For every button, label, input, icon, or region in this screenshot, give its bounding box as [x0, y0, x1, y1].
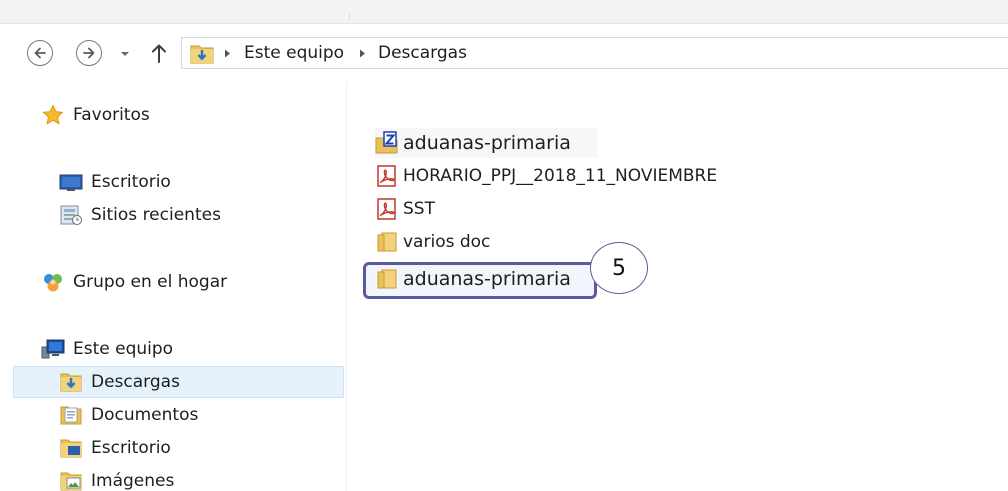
- breadcrumb-separator-icon[interactable]: [224, 49, 231, 58]
- file-name: HORARIO_PPJ__2018_11_NOVIEMBRE: [403, 166, 718, 186]
- list-item-folder[interactable]: varios doc: [375, 227, 490, 257]
- back-button[interactable]: [27, 40, 53, 66]
- folder-icon: [375, 230, 399, 254]
- list-item-pdf[interactable]: HORARIO_PPJ__2018_11_NOVIEMBRE: [375, 161, 717, 191]
- file-name: varios doc: [403, 232, 491, 252]
- zip-icon: [375, 131, 399, 155]
- sidebar-item-label: Descargas: [91, 372, 180, 392]
- sidebar-item-label: Favoritos: [73, 105, 150, 125]
- sidebar-item-documentos[interactable]: Documentos: [59, 399, 198, 431]
- list-item-pdf[interactable]: SST: [375, 194, 435, 224]
- pdf-icon: [375, 197, 399, 221]
- step-number-badge: 5: [590, 242, 648, 294]
- sidebar-item-label: Escritorio: [91, 438, 171, 458]
- sidebar-item-label: Sitios recientes: [91, 205, 221, 225]
- breadcrumb-descargas[interactable]: Descargas: [378, 43, 467, 63]
- arrow-right-icon: [83, 47, 95, 59]
- sidebar-item-label: Este equipo: [73, 339, 174, 359]
- homegroup-icon: [41, 270, 65, 294]
- breadcrumb-este-equipo[interactable]: Este equipo: [244, 43, 344, 63]
- navigation-bar: Este equipo Descargas: [0, 24, 1008, 82]
- breadcrumb-separator-icon[interactable]: [359, 49, 366, 58]
- computer-icon: [41, 337, 65, 361]
- sidebar-item-grupo-en-el-hogar[interactable]: Grupo en el hogar: [41, 266, 227, 298]
- sidebar-item-label: Imágenes: [91, 471, 175, 491]
- recent-locations-chevron-down-icon[interactable]: [118, 49, 132, 59]
- sidebar-item-label: Documentos: [91, 405, 199, 425]
- desktop-icon: [59, 170, 83, 194]
- sidebar-item-este-equipo[interactable]: Este equipo: [41, 333, 173, 365]
- sidebar-item-label: Escritorio: [91, 172, 171, 192]
- list-item-folder-highlighted[interactable]: aduanas-primaria: [375, 264, 571, 294]
- sidebar-item-imagenes[interactable]: Imágenes: [59, 465, 174, 491]
- arrow-left-icon: [34, 47, 46, 59]
- list-item-zip[interactable]: aduanas-primaria: [375, 128, 598, 158]
- star-icon: [41, 103, 65, 127]
- sidebar-item-sitios-recientes[interactable]: Sitios recientes: [59, 199, 221, 231]
- pdf-icon: [375, 164, 399, 188]
- address-bar[interactable]: Este equipo Descargas: [181, 37, 1008, 69]
- desktop-folder-icon: [59, 436, 83, 460]
- up-arrow-icon[interactable]: [150, 42, 168, 64]
- forward-button[interactable]: [76, 40, 102, 66]
- clipped-next-row: [375, 299, 815, 306]
- sidebar-item-descargas[interactable]: Descargas: [13, 366, 344, 398]
- file-name: SST: [403, 199, 435, 219]
- strip-divider: [349, 14, 350, 20]
- file-name: aduanas-primaria: [403, 268, 571, 290]
- recent-places-icon: [59, 203, 83, 227]
- documents-folder-icon: [59, 403, 83, 427]
- sidebar-item-label: Grupo en el hogar: [73, 272, 228, 292]
- window-top-strip: [0, 0, 1008, 24]
- sidebar-item-escritorio-folder[interactable]: Escritorio: [59, 432, 171, 464]
- pictures-folder-icon: [59, 469, 83, 491]
- folder-icon: [375, 267, 399, 291]
- sidebar-item-escritorio[interactable]: Escritorio: [59, 166, 171, 198]
- sidebar-item-favoritos[interactable]: Favoritos: [41, 99, 150, 131]
- downloads-folder-icon: [190, 45, 214, 64]
- downloads-folder-icon: [59, 370, 83, 394]
- file-name: aduanas-primaria: [403, 132, 571, 154]
